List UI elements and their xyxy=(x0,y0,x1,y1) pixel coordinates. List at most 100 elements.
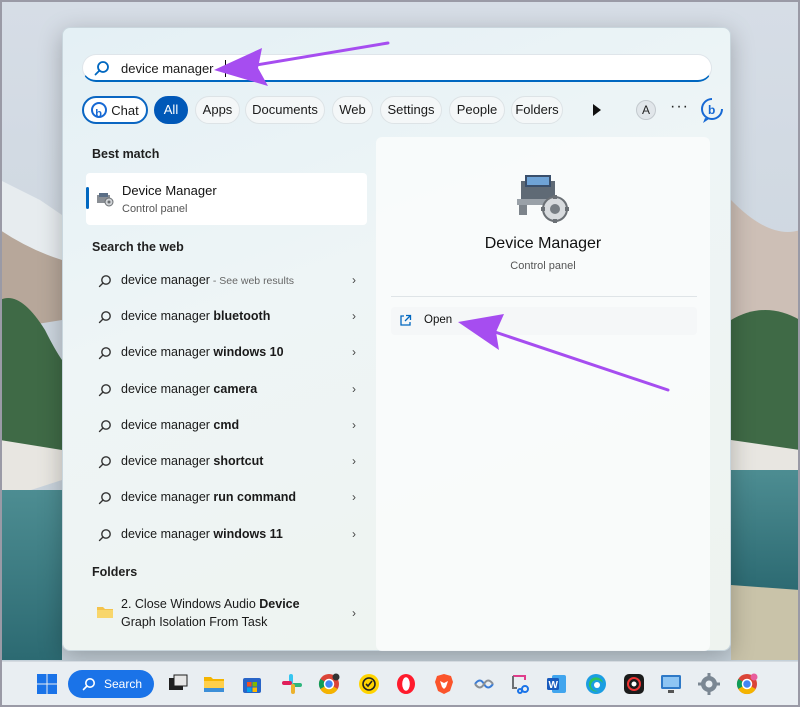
search-icon xyxy=(98,311,111,324)
chevron-right-icon: › xyxy=(352,309,356,323)
chevron-right-icon: › xyxy=(352,490,356,504)
device-manager-icon xyxy=(97,193,114,207)
search-panel: device manager Chat All Apps Documents W… xyxy=(62,27,731,651)
selection-indicator xyxy=(86,187,89,209)
scroll-filters-right-icon[interactable] xyxy=(593,104,601,116)
search-icon xyxy=(98,529,111,542)
svg-text:b: b xyxy=(708,103,715,117)
filter-apps[interactable]: Apps xyxy=(195,96,240,124)
detail-subtitle: Control panel xyxy=(510,260,576,272)
detail-title: Device Manager xyxy=(484,235,602,252)
web-result-query: device manager xyxy=(121,382,214,396)
web-result-query: device manager xyxy=(121,273,210,287)
web-result-text: device manager run command xyxy=(121,490,296,504)
chevron-right-icon: › xyxy=(352,606,356,620)
web-result-text: device manager windows 10 xyxy=(121,345,284,359)
detail-pane: Device Manager Control panel Open xyxy=(376,137,710,651)
web-result-suggestion: run command xyxy=(213,490,297,504)
filter-people[interactable]: People xyxy=(449,96,505,124)
search-icon xyxy=(98,456,111,469)
chrome-secondary-icon[interactable] xyxy=(735,672,759,696)
best-match-title: Device Manager xyxy=(122,183,217,198)
edge-icon[interactable] xyxy=(584,672,608,696)
web-result-item[interactable]: device manager - See web results › xyxy=(92,266,356,296)
device-manager-large-icon xyxy=(517,175,569,223)
web-result-query: device manager xyxy=(121,490,214,504)
chrome-icon[interactable] xyxy=(317,672,341,696)
best-match-item[interactable]: Device Manager Control panel xyxy=(86,173,367,225)
web-result-text: device manager - See web results xyxy=(121,273,294,287)
web-result-item[interactable]: device manager run command › xyxy=(92,483,356,513)
web-result-item[interactable]: device manager bluetooth › xyxy=(92,302,356,332)
web-result-query: device manager xyxy=(121,345,214,359)
word-icon[interactable]: W xyxy=(545,672,569,696)
web-result-suggestion: shortcut xyxy=(213,454,264,468)
folder-name-text: 2. Close Windows Audio xyxy=(121,597,260,611)
folder-name-match: Device xyxy=(259,597,300,611)
web-result-item[interactable]: device manager windows 11 › xyxy=(92,520,356,550)
task-view-icon[interactable] xyxy=(166,672,190,696)
search-icon xyxy=(98,420,111,433)
search-icon xyxy=(98,492,111,505)
search-input[interactable]: device manager xyxy=(121,61,214,76)
file-explorer-icon[interactable] xyxy=(202,672,226,696)
snipping-tool-icon[interactable] xyxy=(509,672,533,696)
folders-heading: Folders xyxy=(92,565,138,579)
search-icon xyxy=(94,61,109,76)
divider xyxy=(391,296,697,297)
text-caret xyxy=(225,60,226,77)
web-result-item[interactable]: device manager cmd › xyxy=(92,411,356,441)
web-result-text: device manager windows 11 xyxy=(121,527,283,541)
web-result-suggestion: camera xyxy=(213,382,258,396)
open-button[interactable]: Open xyxy=(391,307,697,335)
taskbar-search-button[interactable]: Search xyxy=(68,670,154,698)
open-label: Open xyxy=(424,314,453,326)
web-result-suggestion: windows 10 xyxy=(213,345,284,359)
chevron-right-icon: › xyxy=(352,527,356,541)
search-box[interactable]: device manager xyxy=(82,54,712,82)
brave-icon[interactable] xyxy=(432,672,456,696)
more-options-icon[interactable]: ··· xyxy=(670,98,689,116)
windows-start-icon[interactable] xyxy=(35,672,59,696)
web-result-item[interactable]: device manager windows 10 › xyxy=(92,338,356,368)
search-icon xyxy=(82,678,95,691)
web-result-hint: - See web results xyxy=(209,275,294,287)
filter-chat[interactable]: Chat xyxy=(82,96,148,127)
chevron-right-icon: › xyxy=(352,345,356,359)
best-match-heading: Best match xyxy=(92,147,160,161)
best-match-subtitle: Control panel xyxy=(122,203,188,215)
folder-icon xyxy=(97,607,113,618)
web-result-item[interactable]: device manager camera › xyxy=(92,375,356,405)
web-result-suggestion: bluetooth xyxy=(213,309,271,323)
web-result-suggestion: cmd xyxy=(213,418,240,432)
slack-icon[interactable] xyxy=(280,672,304,696)
filter-folders[interactable]: Folders xyxy=(511,96,563,124)
opera-icon[interactable] xyxy=(394,672,418,696)
filter-label: Chat xyxy=(111,103,139,118)
norton-icon[interactable] xyxy=(357,672,381,696)
web-result-text: device manager camera xyxy=(121,382,257,396)
web-result-suggestion: windows 11 xyxy=(213,527,283,541)
microsoft-store-icon[interactable] xyxy=(240,672,264,696)
bing-chat-icon xyxy=(91,101,108,127)
remote-desktop-icon[interactable] xyxy=(659,672,683,696)
network-tool-icon[interactable] xyxy=(472,672,496,696)
bing-icon[interactable]: b xyxy=(699,96,725,124)
folder-result-item[interactable]: 2. Close Windows Audio Device Graph Isol… xyxy=(92,591,356,635)
web-result-query: device manager xyxy=(121,454,214,468)
filter-all[interactable]: All xyxy=(154,96,188,124)
web-result-item[interactable]: device manager shortcut › xyxy=(92,447,356,477)
taskbar: Search W xyxy=(2,661,798,705)
folder-name-line-1: 2. Close Windows Audio Device xyxy=(121,597,300,611)
web-result-query: device manager xyxy=(121,309,214,323)
search-icon xyxy=(98,384,111,397)
settings-icon[interactable] xyxy=(697,672,721,696)
filter-web[interactable]: Web xyxy=(332,96,373,124)
web-result-text: device manager cmd xyxy=(121,418,239,432)
filter-documents[interactable]: Documents xyxy=(245,96,325,124)
filter-settings[interactable]: Settings xyxy=(380,96,442,124)
chevron-right-icon: › xyxy=(352,273,356,287)
chevron-right-icon: › xyxy=(352,454,356,468)
account-avatar[interactable]: A xyxy=(636,100,656,120)
davinci-resolve-icon[interactable] xyxy=(622,672,646,696)
